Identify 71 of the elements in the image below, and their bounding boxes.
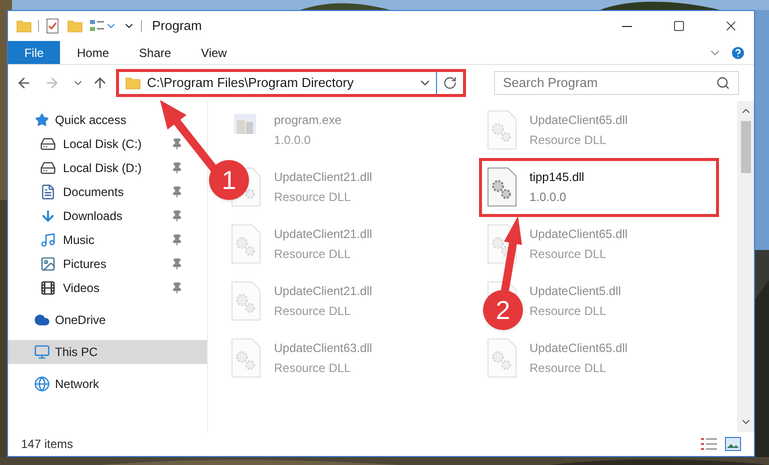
scroll-thumb[interactable] bbox=[740, 121, 750, 173]
cloud-icon bbox=[34, 312, 50, 328]
monitor-icon bbox=[34, 344, 50, 360]
back-icon[interactable] bbox=[16, 75, 32, 91]
sidebar-item[interactable]: Videos bbox=[8, 276, 207, 300]
file-details: Resource DLL bbox=[274, 246, 352, 263]
music-icon bbox=[40, 232, 56, 248]
ribbon-tab[interactable]: Home bbox=[64, 41, 122, 64]
pin-icon[interactable] bbox=[171, 210, 183, 222]
help-icon[interactable] bbox=[730, 44, 746, 60]
file-details: 1.0.0.0 bbox=[274, 132, 312, 149]
file-details: Resource DLL bbox=[530, 360, 608, 377]
file-tab[interactable]: File bbox=[8, 41, 60, 64]
pin-icon[interactable] bbox=[171, 282, 183, 294]
pin-icon[interactable] bbox=[171, 234, 183, 246]
pin-icon[interactable] bbox=[171, 186, 183, 198]
search-icon[interactable] bbox=[716, 76, 730, 90]
sidebar-item[interactable]: Music bbox=[8, 228, 207, 252]
scrollbar[interactable] bbox=[737, 101, 754, 432]
sidebar-item[interactable]: Documents bbox=[8, 180, 207, 204]
search-field[interactable]: Search Program bbox=[494, 71, 739, 95]
gear-file-icon bbox=[486, 338, 518, 378]
pin-icon[interactable] bbox=[171, 258, 183, 270]
document-icon bbox=[40, 184, 56, 200]
file-details: Resource DLL bbox=[274, 360, 352, 377]
download-icon bbox=[40, 208, 56, 224]
sidebar-item[interactable]: Network bbox=[8, 372, 207, 396]
checklist-icon[interactable] bbox=[45, 18, 61, 34]
refresh-icon[interactable] bbox=[443, 76, 457, 90]
gear-file-icon bbox=[230, 338, 262, 378]
sidebar-item[interactable]: OneDrive bbox=[8, 308, 207, 332]
sidebar-item[interactable]: Pictures bbox=[8, 252, 207, 276]
folder-icon bbox=[125, 75, 141, 91]
gear-file-icon bbox=[230, 224, 262, 264]
file-details: Resource DLL bbox=[530, 246, 608, 263]
pin-icon[interactable] bbox=[171, 162, 183, 174]
gear-file-icon bbox=[486, 167, 518, 207]
file-details: Resource DLL bbox=[530, 132, 608, 149]
maximize-icon bbox=[673, 20, 685, 32]
forward-icon[interactable] bbox=[44, 75, 60, 91]
file-details: 1.0.0.0 bbox=[530, 189, 568, 206]
sidebar-item[interactable]: Quick access bbox=[8, 108, 207, 132]
drive-icon bbox=[40, 160, 56, 176]
picture-icon bbox=[40, 256, 56, 272]
network-icon bbox=[34, 376, 50, 392]
sidebar-item[interactable]: Local Disk (D:) bbox=[8, 156, 207, 180]
properties-icon[interactable] bbox=[89, 18, 105, 34]
item-count: 147 items bbox=[21, 436, 74, 453]
drive-icon bbox=[40, 136, 56, 152]
details-view-icon[interactable] bbox=[701, 437, 717, 451]
file-details: Resource DLL bbox=[274, 303, 352, 320]
ribbon-tab[interactable]: View bbox=[188, 41, 240, 64]
gear-file-icon bbox=[230, 281, 262, 321]
large-icons-view-icon[interactable] bbox=[725, 437, 741, 451]
address-path: C:\Program Files\Program Directory bbox=[147, 74, 354, 92]
file-details: Resource DLL bbox=[530, 303, 608, 320]
ribbon-tab[interactable]: Share bbox=[126, 41, 184, 64]
file-details: Resource DLL bbox=[274, 189, 352, 206]
up-icon[interactable] bbox=[92, 75, 108, 91]
pin-icon[interactable] bbox=[171, 138, 183, 150]
search-input[interactable]: Search Program bbox=[503, 73, 716, 93]
gear-file-icon bbox=[486, 110, 518, 150]
sidebar-item[interactable]: Downloads bbox=[8, 204, 207, 228]
sidebar-item[interactable]: This PC bbox=[8, 340, 207, 364]
sidebar-item[interactable]: Local Disk (C:) bbox=[8, 132, 207, 156]
new-folder-icon bbox=[67, 18, 83, 34]
star-icon bbox=[35, 113, 49, 127]
film-icon bbox=[40, 280, 56, 296]
folder-icon bbox=[16, 18, 32, 34]
window-title: Program bbox=[152, 17, 202, 36]
file-name[interactable]: tipp145.dll bbox=[530, 167, 584, 187]
